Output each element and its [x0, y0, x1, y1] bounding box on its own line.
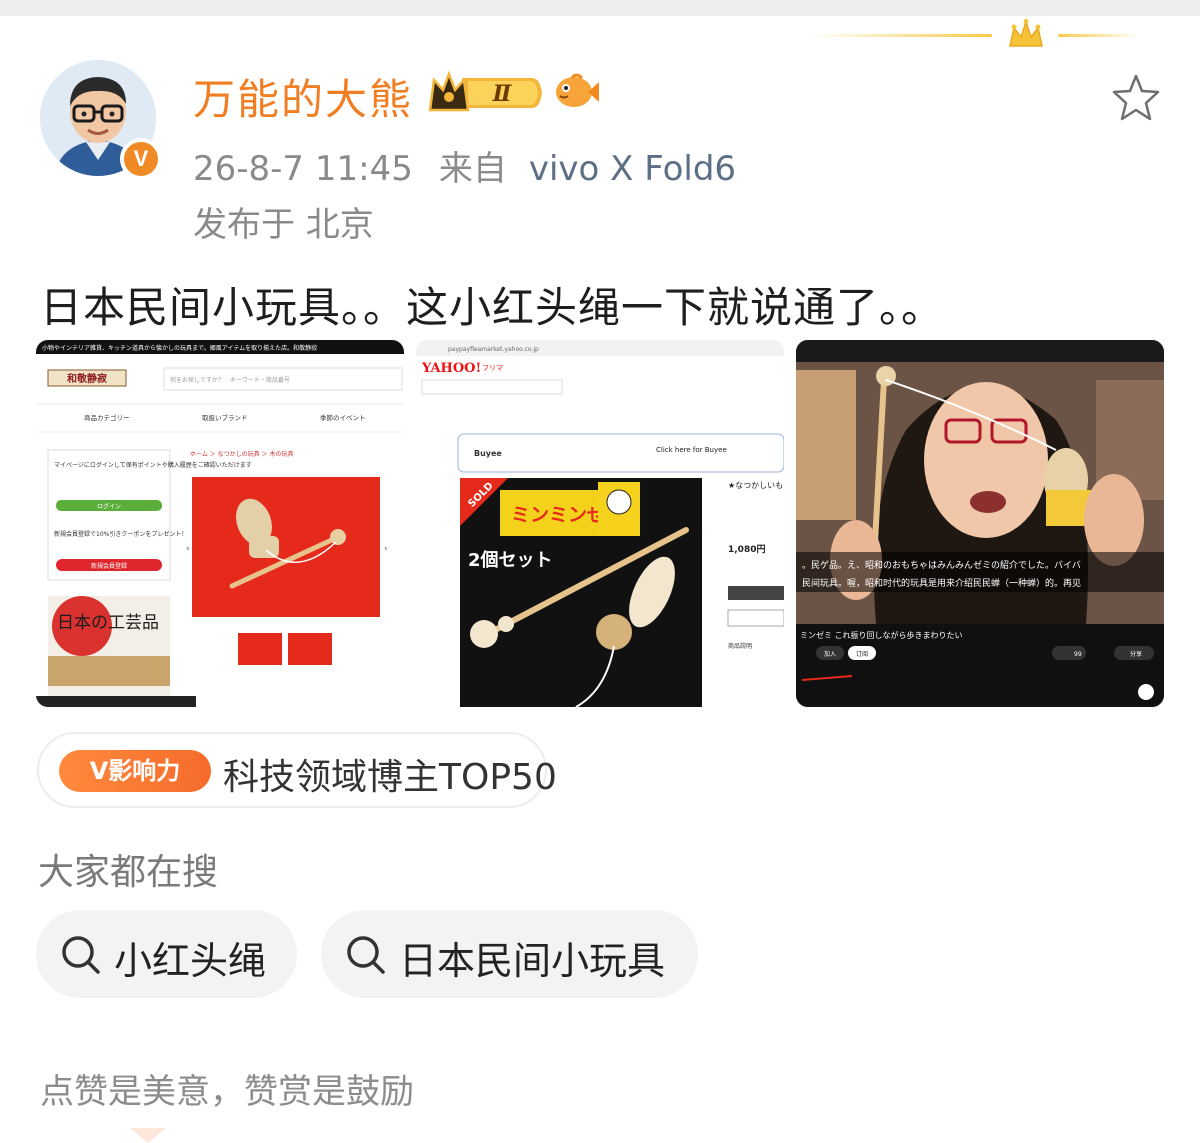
shop-banner: 日本の工芸品 [57, 613, 159, 633]
trending-search-heading: 大家都在搜 [38, 852, 219, 893]
yahoo-logo: YAHOO! [421, 361, 481, 376]
shop-coupon-text: 新規会員登録で10%引きクーポンをプレゼント！ [54, 530, 187, 538]
fish-emoji-icon [556, 73, 599, 107]
video-likes: 99 [1074, 651, 1082, 658]
source-label: 来自 [438, 149, 507, 189]
post-meta: 26-8-7 11:45 来自 vivo X Fold6 [193, 141, 736, 190]
shop-header-text: 小物やインテリア雑貨、キッチン道具から懐かしの玩具まで。郷風アイテムを取り揃えた… [42, 344, 317, 352]
search-icon [62, 936, 100, 974]
video-share: 分享 [1130, 650, 1142, 658]
shop-search-placeholder: 何をお探しですか？ キーワード・商品番号 [170, 376, 290, 384]
search-chip[interactable]: 小红头绳 [36, 910, 297, 998]
listing-title: ★なつかしいもちゃ 2個セ送料無料 [728, 480, 784, 490]
timestamp: 26-8-7 11:45 [193, 149, 413, 189]
post-image-2[interactable]: paypayfleamarket.yahoo.co.jp YAHOO! フリマ … [416, 340, 784, 707]
video-subtitle-cn: 民间玩具。喔，昭和时代的玩具是用来介绍民民蝉（一种蝉）的。再见 [802, 577, 1081, 589]
level-badge-icon[interactable]: Ⅱ [428, 70, 546, 116]
post-text: 日本民间小玩具。。这小红头绳一下就说通了。。 [40, 283, 945, 332]
set-label: 2個セット [468, 550, 553, 571]
video-join: 加入 [824, 650, 836, 658]
shop-login-button: ログイン [97, 503, 121, 511]
post-image-3[interactable]: 。民ゲ品。え、昭和のおもちゃはみんみんゼミの紹介でした。バイバ 民间玩具。喔，昭… [796, 340, 1164, 707]
influence-tag: V影响力 [59, 750, 211, 792]
top-strip [0, 0, 1200, 16]
crown-icon [1009, 19, 1043, 47]
gold-divider-left [810, 34, 992, 37]
influence-badge[interactable]: V影响力 科技领域博主TOP50 [37, 732, 557, 808]
post-image-1[interactable]: 小物やインテリア雑貨、キッチン道具から懐かしの玩具まで。郷風アイテムを取り揃えた… [36, 340, 404, 707]
device-link[interactable]: vivo X Fold6 [529, 149, 736, 189]
level-badge-label: Ⅱ [492, 81, 513, 107]
shop-breadcrumb: ホーム ＞ なつかしの玩具 ＞ 木の玩具 [190, 450, 293, 458]
yahoo-url: paypayfleamarket.yahoo.co.jp [448, 346, 539, 353]
pointer-arrow-icon [130, 1128, 166, 1143]
shop-logo: 和敬静寂 [66, 372, 108, 385]
shop-register-button: 新規会員登録 [91, 562, 127, 570]
reward-prompt: 点赞是美意，赞赏是鼓励 [40, 1072, 414, 1112]
shop-nav-item: 季節のイベント [320, 413, 366, 422]
buyee-label: Buyee [474, 449, 502, 458]
listing-section: 商品説明 [728, 642, 752, 650]
listing-price: 1,080円 [728, 544, 765, 555]
buyee-cta: Click here for Buyee [656, 446, 727, 454]
search-chip-label: 日本民间小玩具 [399, 939, 666, 983]
yahoo-logo-sub: フリマ [482, 364, 503, 372]
shop-nav-item: 商品カテゴリー [84, 413, 130, 422]
post-location: 发布于 北京 [193, 205, 374, 245]
shop-login-text: マイページにログインして保有ポイントや購入履歴をご確認いただけます [54, 461, 252, 469]
verified-v-icon: V [120, 138, 162, 180]
video-caption: ミンゼミ これ振り回しながら歩きまわりたい [800, 630, 963, 640]
influence-text: 科技领域博主TOP50 [223, 757, 557, 798]
gold-divider-right [1058, 34, 1140, 37]
svg-text:›: › [384, 544, 388, 554]
video-subtitle-jp: 。民ゲ品。え、昭和のおもちゃはみんみんゼミの紹介でした。バイバ [802, 559, 1081, 571]
username[interactable]: 万能的大熊 [193, 66, 413, 127]
search-icon [347, 936, 385, 974]
video-subscribe: 订阅 [856, 650, 868, 658]
svg-text:‹: ‹ [186, 544, 190, 554]
search-chip-label: 小红头绳 [114, 939, 267, 983]
shop-nav-item: 取扱いブランド [202, 413, 248, 422]
star-icon[interactable] [1110, 72, 1162, 124]
search-chip[interactable]: 日本民间小玩具 [321, 910, 698, 998]
